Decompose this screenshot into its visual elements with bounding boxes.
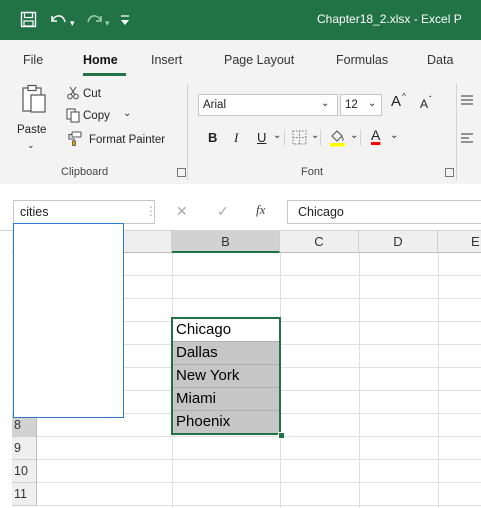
tab-insert[interactable]: Insert <box>151 52 182 68</box>
font-color-button[interactable]: A <box>371 128 380 142</box>
shrink-font-button[interactable]: A <box>420 97 428 111</box>
align-top-icon[interactable] <box>460 94 474 106</box>
column-header-c[interactable]: C <box>280 231 359 253</box>
enter-icon[interactable]: ✓ <box>217 203 229 220</box>
fill-color-swatch <box>330 143 345 147</box>
selection-border <box>171 317 281 435</box>
format-painter-icon[interactable] <box>66 131 82 146</box>
undo-dropdown-icon[interactable]: ▾ <box>70 13 75 33</box>
name-box-value: cities <box>20 205 49 219</box>
italic-button[interactable]: I <box>234 131 238 145</box>
font-launcher-icon[interactable] <box>445 168 454 177</box>
divider <box>360 130 361 146</box>
insert-function-button[interactable]: fx <box>256 202 265 218</box>
format-painter-button[interactable]: Format Painter <box>89 133 165 147</box>
chevron-down-icon[interactable]: ⌄ <box>350 129 358 143</box>
formula-bar-grip-icon[interactable]: ⋮ <box>145 204 157 218</box>
font-name-value: Arial <box>203 99 227 111</box>
grow-font-button[interactable]: A <box>391 94 401 109</box>
column-header-d[interactable]: D <box>359 231 438 253</box>
chevron-down-icon[interactable]: ⌄ <box>390 129 398 143</box>
tab-page-layout[interactable]: Page Layout <box>224 52 294 68</box>
fill-color-icon[interactable] <box>329 128 346 147</box>
paste-dropdown-icon[interactable]: ⌄ <box>27 138 35 152</box>
chevron-down-icon[interactable]: ⌄ <box>311 129 319 143</box>
row-header-11[interactable]: 11 <box>12 483 37 506</box>
tab-formulas[interactable]: Formulas <box>336 52 388 68</box>
window-title: Chapter18_2.xlsx - Excel P <box>317 12 462 26</box>
cut-icon[interactable] <box>66 86 80 100</box>
customize-qat-icon[interactable] <box>120 14 130 26</box>
bold-button[interactable]: B <box>208 131 217 145</box>
name-box-dropdown-list[interactable] <box>13 223 124 418</box>
name-box[interactable]: cities <box>13 200 155 224</box>
paste-icon[interactable] <box>21 84 47 114</box>
tab-home[interactable]: Home <box>83 52 118 68</box>
clipboard-launcher-icon[interactable] <box>177 168 186 177</box>
font-name-dropdown[interactable]: Arial ⌄ <box>198 94 338 116</box>
font-size-value: 12 <box>345 99 358 111</box>
font-group-label: Font <box>301 166 324 178</box>
chevron-down-icon: ⌄ <box>368 98 377 109</box>
formula-value: Chicago <box>298 205 344 219</box>
row-header-9[interactable]: 9 <box>12 437 37 460</box>
underline-button[interactable]: U <box>257 131 266 145</box>
divider <box>320 130 321 146</box>
tab-file[interactable]: File <box>23 52 43 68</box>
font-size-dropdown[interactable]: 12 ⌄ <box>340 94 382 116</box>
redo-icon <box>87 15 102 23</box>
copy-dropdown-icon[interactable]: ⌄ <box>123 107 131 121</box>
gridline <box>37 436 481 437</box>
chevron-down-icon[interactable]: ⌄ <box>273 129 281 143</box>
copy-icon[interactable] <box>66 108 80 123</box>
redo-dropdown-icon: ▾ <box>105 18 110 28</box>
ribbon: Paste ⌄ Cut Copy ⌄ Format Painter Clipbo… <box>0 76 481 185</box>
gridline <box>37 482 481 483</box>
gridline <box>359 253 360 508</box>
group-divider <box>456 84 457 180</box>
align-left-icon[interactable] <box>460 132 474 144</box>
ribbon-tabs: File Home Insert Page Layout Formulas Da… <box>0 40 481 76</box>
column-header-b[interactable]: B <box>172 231 280 253</box>
formula-input[interactable]: Chicago <box>287 200 481 224</box>
clipboard-group-label: Clipboard <box>61 166 109 178</box>
cut-button[interactable]: Cut <box>83 87 101 101</box>
borders-icon[interactable] <box>292 130 307 145</box>
copy-button[interactable]: Copy <box>83 109 110 123</box>
column-header-e[interactable]: E <box>438 231 481 253</box>
save-icon[interactable] <box>20 11 37 28</box>
tab-data[interactable]: Data <box>427 52 453 68</box>
paste-button[interactable]: Paste <box>17 123 46 137</box>
fill-handle[interactable] <box>278 432 285 439</box>
title-bar: ▾ ▾ Chapter18_2.xlsx - Excel P <box>0 0 481 40</box>
group-divider <box>187 84 188 180</box>
chevron-down-icon: ⌄ <box>321 98 330 109</box>
row-header-10[interactable]: 10 <box>12 460 37 483</box>
gridline <box>438 253 439 508</box>
cancel-icon[interactable]: ✕ <box>176 203 188 220</box>
shrink-font-caret-icon: ˇ <box>429 95 432 104</box>
gridline <box>37 505 481 506</box>
gridline <box>37 459 481 460</box>
divider <box>284 130 285 146</box>
grow-font-caret-icon: ^ <box>402 92 406 101</box>
undo-icon[interactable] <box>49 11 69 28</box>
